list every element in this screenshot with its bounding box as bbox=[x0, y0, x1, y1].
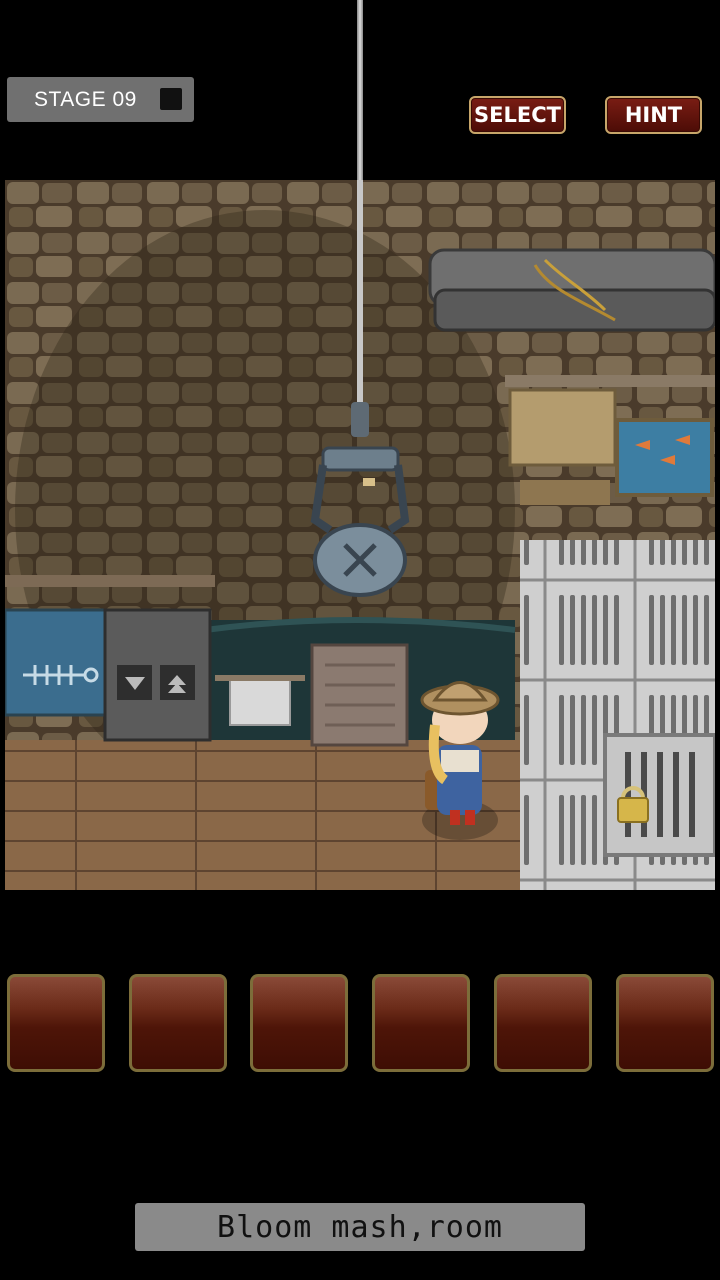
hint-button[interactable]: HINT bbox=[605, 96, 702, 134]
game-scene[interactable] bbox=[5, 180, 715, 890]
inventory-slot-2[interactable] bbox=[129, 974, 227, 1072]
stage-clear-indicator bbox=[160, 88, 182, 110]
stage-label: STAGE 09 bbox=[34, 87, 137, 111]
wall-pipes bbox=[428, 248, 715, 332]
room-name-bar: Bloom mash,room bbox=[135, 1203, 585, 1251]
stage-badge: STAGE 09 bbox=[7, 77, 194, 122]
inventory-slot-1[interactable] bbox=[7, 974, 105, 1072]
inventory-slot-3[interactable] bbox=[250, 974, 348, 1072]
scene-illustration bbox=[5, 180, 715, 890]
inventory-bar bbox=[0, 974, 720, 1074]
inventory-slot-4[interactable] bbox=[372, 974, 470, 1072]
crane-rope bbox=[357, 0, 363, 180]
room-name: Bloom mash,room bbox=[217, 1209, 503, 1245]
inventory-slot-5[interactable] bbox=[494, 974, 592, 1072]
select-button[interactable]: SELECT bbox=[469, 96, 566, 134]
inventory-slot-6[interactable] bbox=[616, 974, 714, 1072]
